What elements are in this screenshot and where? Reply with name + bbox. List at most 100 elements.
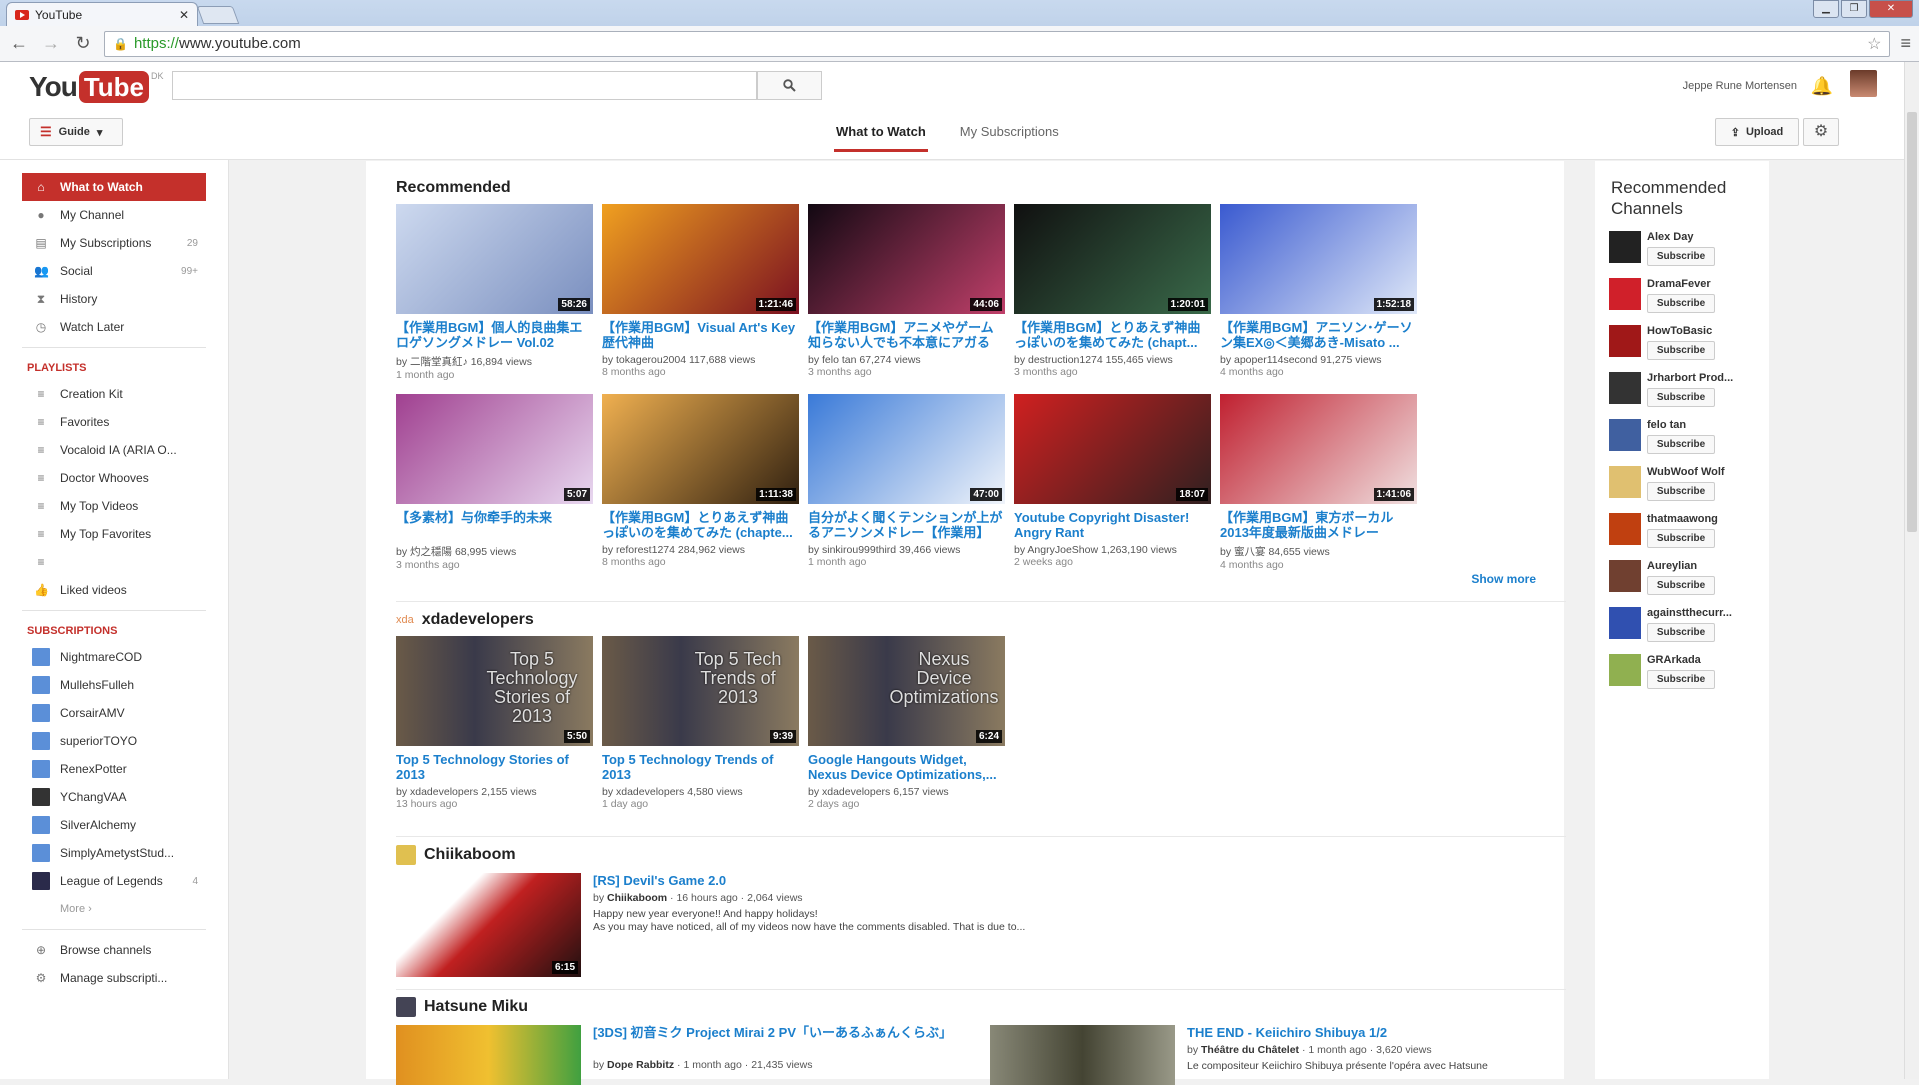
sidebar-subscription-item[interactable]: CorsairAMV <box>22 699 206 727</box>
video-title[interactable]: Top 5 Technology Stories of 2013 <box>396 752 593 782</box>
new-tab-button[interactable] <box>196 6 240 24</box>
sidebar-subscription-item[interactable]: League of Legends 4 <box>22 867 206 895</box>
video-card[interactable]: 1:21:46 【作業用BGM】Visual Art's Key 歴代神曲 by t… <box>602 204 799 381</box>
channel-avatar[interactable] <box>1609 513 1641 545</box>
subscribe-button[interactable]: Subscribe <box>1647 388 1715 407</box>
video-title[interactable]: [3DS] 初音ミク Project Mirai 2 PV「いーあるふぁんくらぶ… <box>593 1025 952 1055</box>
forward-icon[interactable]: → <box>40 33 62 54</box>
sidebar-playlist-item[interactable]: ≡ Doctor Whooves <box>22 464 206 492</box>
video-title[interactable]: 【作業用BGM】とりあえず神曲っぽいのを集めてみた (chapte... <box>602 510 799 540</box>
video-title[interactable]: THE END - Keiichiro Shibuya 1/2 <box>1187 1025 1488 1040</box>
video-title[interactable]: 【作業用BGM】Visual Art's Key 歴代神曲 <box>602 320 799 350</box>
maximize-icon[interactable]: ❐ <box>1841 0 1867 18</box>
sidebar-item-social[interactable]: 👥 Social 99+ <box>22 257 206 285</box>
notification-bell-icon[interactable]: 🔔 <box>1811 76 1833 97</box>
tab-my-subscriptions[interactable]: My Subscriptions <box>958 112 1061 152</box>
video-title[interactable]: 【作業用BGM】東方ボーカル2013年度最新版曲メドレー <box>1220 510 1417 540</box>
video-card[interactable]: 44:06 【作業用BGM】アニメやゲーム知らない人でも不本意にアガるBG... b… <box>808 204 1005 381</box>
sidebar-item-watch-later[interactable]: ◷ Watch Later <box>22 313 206 341</box>
sidebar-subscription-item[interactable]: YChangVAA <box>22 783 206 811</box>
sidebar-subscription-item[interactable]: superiorTOYO <box>22 727 206 755</box>
close-window-icon[interactable]: ✕ <box>1869 0 1913 18</box>
sidebar-playlist-item[interactable]: ≡ Creation Kit <box>22 380 206 408</box>
video-thumbnail[interactable]: Top 5 Technology Stories of 2013 5:50 <box>396 636 593 746</box>
video-channel[interactable]: by 灼之穩陽 <box>396 546 452 558</box>
settings-gear-icon[interactable]: ⚙ <box>1803 118 1839 146</box>
video-card[interactable]: 1:20:01 【作業用BGM】とりあえず神曲っぽいのを集めてみた (chapt.… <box>1014 204 1211 381</box>
subscribe-button[interactable]: Subscribe <box>1647 247 1715 266</box>
video-thumbnail[interactable]: 1:21:46 <box>602 204 799 314</box>
sidebar-subscription-item[interactable]: MullehsFulleh <box>22 671 206 699</box>
video-thumbnail[interactable]: Top 5 Tech Trends of 2013 9:39 <box>602 636 799 746</box>
tab-what-to-watch[interactable]: What to Watch <box>834 112 928 152</box>
video-thumbnail[interactable]: 18:07 <box>1014 394 1211 504</box>
sidebar-subscription-item[interactable]: SilverAlchemy <box>22 811 206 839</box>
sidebar-item-my-channel[interactable]: ● My Channel <box>22 201 206 229</box>
video-thumbnail[interactable]: 1:11:38 <box>602 394 799 504</box>
upload-button[interactable]: ⇪ Upload <box>1715 118 1799 146</box>
video-channel[interactable]: by xdadevelopers <box>808 786 890 798</box>
channel-name[interactable]: felo tan <box>1647 419 1715 431</box>
bookmark-star-icon[interactable]: ☆ <box>1867 34 1881 54</box>
sidebar-item-history[interactable]: ⧗ History <box>22 285 206 313</box>
sidebar-subscription-item[interactable]: NightmareCOD <box>22 643 206 671</box>
video-thumbnail[interactable]: Nexus Device Optimizations 6:24 <box>808 636 1005 746</box>
video-channel[interactable]: by 二階堂真紅♪ <box>396 356 468 368</box>
search-button[interactable] <box>757 71 822 100</box>
video-channel[interactable]: by tokagerou2004 <box>602 354 686 366</box>
minimize-icon[interactable]: ▁ <box>1813 0 1839 18</box>
user-name[interactable]: Jeppe Rune Mortensen <box>1683 80 1797 92</box>
youtube-logo[interactable]: You Tube DK <box>29 71 164 103</box>
guide-button[interactable]: ☰ Guide ▾ <box>29 118 123 146</box>
video-title[interactable]: Google Hangouts Widget, Nexus Device Opt… <box>808 752 1005 782</box>
subscribe-button[interactable]: Subscribe <box>1647 435 1715 454</box>
video-thumbnail[interactable]: 6:15 <box>396 873 581 977</box>
page-scrollbar[interactable] <box>1904 62 1919 1079</box>
video-card[interactable]: 1:52:18 【作業用BGM】アニソン･ゲーソン集EX◎＜美郷あき-Misato… <box>1220 204 1417 381</box>
channel-link[interactable]: Dope Rabbitz <box>607 1059 674 1071</box>
channel-avatar[interactable] <box>1609 607 1641 639</box>
video-thumbnail[interactable]: 5:07 <box>396 394 593 504</box>
video-title[interactable]: 【作業用BGM】アニソン･ゲーソン集EX◎＜美郷あき-Misato ... <box>1220 320 1417 350</box>
channel-name[interactable]: Aureylian <box>1647 560 1715 572</box>
section-title[interactable]: Chiikaboom <box>424 846 516 864</box>
video-thumbnail[interactable] <box>990 1025 1175 1085</box>
channel-name[interactable]: GRArkada <box>1647 654 1715 666</box>
channel-avatar[interactable] <box>1609 278 1641 310</box>
video-channel[interactable]: by xdadevelopers <box>602 786 684 798</box>
channel-avatar[interactable] <box>1609 654 1641 686</box>
scrollbar-thumb[interactable] <box>1907 112 1917 532</box>
channel-name[interactable]: HowToBasic <box>1647 325 1715 337</box>
video-channel[interactable]: by apoper114second <box>1220 354 1317 366</box>
show-more-link[interactable]: Show more <box>1471 572 1536 586</box>
sidebar-item-what-to-watch[interactable]: ⌂ What to Watch <box>22 173 206 201</box>
video-card[interactable]: 5:07 【多素材】与你牵手的未来 by 灼之穩陽 68,995 views 3 mo… <box>396 394 593 571</box>
video-title[interactable]: 【作業用BGM】アニメやゲーム知らない人でも不本意にアガるBG... <box>808 320 1005 350</box>
avatar[interactable] <box>1850 70 1877 97</box>
subscribe-button[interactable]: Subscribe <box>1647 576 1715 595</box>
browser-tab[interactable]: YouTube ✕ <box>6 2 198 26</box>
sidebar-item-my-subscriptions[interactable]: ▤ My Subscriptions 29 <box>22 229 206 257</box>
sidebar-subscription-item[interactable]: RenexPotter <box>22 755 206 783</box>
subscribe-button[interactable]: Subscribe <box>1647 670 1715 689</box>
video-card[interactable]: 47:00 自分がよく聞くテンションが上がるアニソンメドレー【作業用】 by sin… <box>808 394 1005 571</box>
channel-name[interactable]: WubWoof Wolf <box>1647 466 1725 478</box>
video-thumbnail[interactable]: 1:52:18 <box>1220 204 1417 314</box>
channel-name[interactable]: DramaFever <box>1647 278 1715 290</box>
sidebar-item-manage-subscriptions[interactable]: ⚙ Manage subscripti... <box>22 964 206 992</box>
sidebar-playlist-item[interactable]: ≡ <box>22 548 206 576</box>
channel-name[interactable]: Alex Day <box>1647 231 1715 243</box>
video-channel[interactable]: by xdadevelopers <box>396 786 478 798</box>
search-input[interactable] <box>172 71 757 100</box>
video-thumbnail[interactable] <box>396 1025 581 1085</box>
video-card[interactable]: Nexus Device Optimizations 6:24 Google Han… <box>808 636 1005 810</box>
sidebar-subscription-item[interactable]: SimplyAmetystStud... <box>22 839 206 867</box>
video-card[interactable]: 58:26 【作業用BGM】個人的良曲集エロゲソングメドレー Vol.02 by 二… <box>396 204 593 381</box>
video-card[interactable]: 1:41:06 【作業用BGM】東方ボーカル2013年度最新版曲メドレー by 蜜八… <box>1220 394 1417 571</box>
channel-name[interactable]: Jrharbort Prod... <box>1647 372 1733 384</box>
video-channel[interactable]: by destruction1274 <box>1014 354 1103 366</box>
channel-name[interactable]: thatmaawong <box>1647 513 1718 525</box>
channel-avatar[interactable] <box>1609 372 1641 404</box>
browser-menu-icon[interactable]: ≡ <box>1900 33 1911 54</box>
video-thumbnail[interactable]: 1:20:01 <box>1014 204 1211 314</box>
